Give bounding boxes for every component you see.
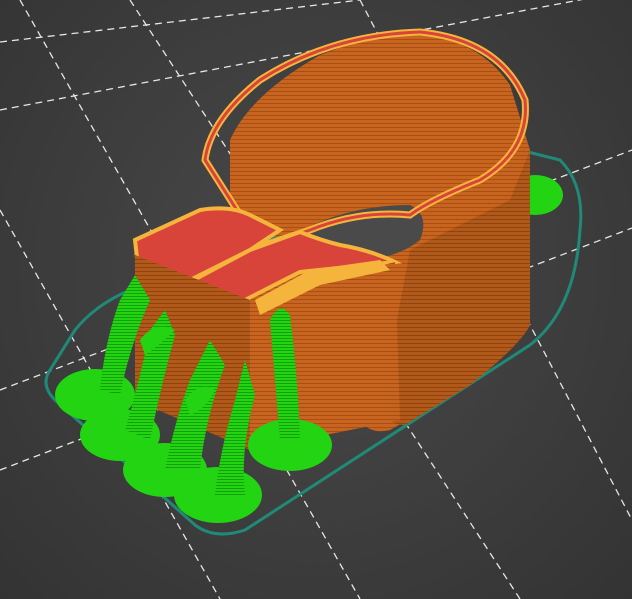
3d-print-preview-viewport[interactable]: [0, 0, 632, 599]
preview-canvas[interactable]: [0, 0, 632, 599]
